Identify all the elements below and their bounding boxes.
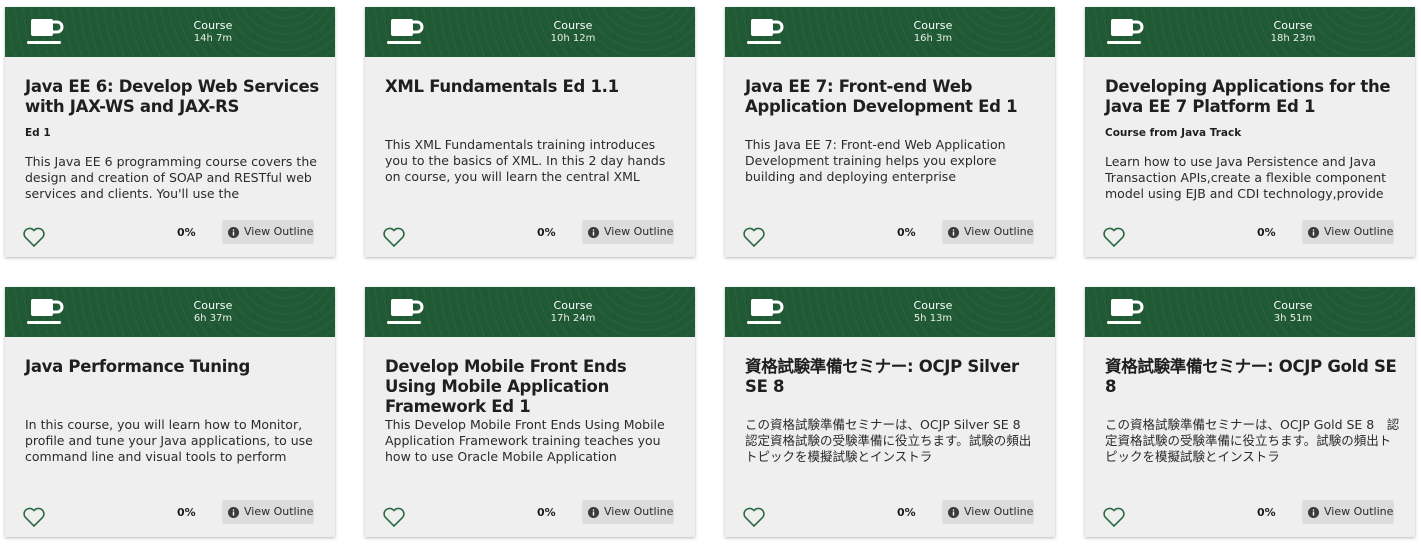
course-card-grid: Course 14h 7m Java EE 6: Develop Web Ser… [0, 0, 1421, 549]
view-outline-label: View Outline [964, 225, 1034, 238]
heart-outline-icon[interactable] [1102, 506, 1126, 528]
info-circle-icon [1308, 507, 1319, 518]
progress-percent: 0% [177, 506, 196, 519]
card-header: Course 18h 23m [1085, 7, 1415, 57]
course-card[interactable]: Course 18h 23m Developing Applications f… [1085, 7, 1415, 257]
coffee-cup-icon [387, 19, 424, 44]
info-circle-icon [588, 507, 599, 518]
progress-percent: 0% [897, 226, 916, 239]
progress-percent: 0% [537, 506, 556, 519]
heart-outline-icon[interactable] [742, 226, 766, 248]
coffee-cup-icon [27, 299, 64, 324]
view-outline-button[interactable]: View Outline [582, 220, 674, 244]
course-description: この資格試験準備セミナーは、OCJP Silver SE 8 認定資格試験の受験… [745, 417, 1034, 464]
view-outline-button[interactable]: View Outline [222, 220, 314, 244]
coffee-cup-icon [747, 19, 784, 44]
heart-outline-icon[interactable] [382, 506, 406, 528]
course-card[interactable]: Course 14h 7m Java EE 6: Develop Web Ser… [5, 7, 335, 257]
progress-percent: 0% [177, 226, 196, 239]
course-description: Learn how to use Java Persistence and Ja… [1105, 154, 1387, 201]
course-subtitle: Course from Java Track [1105, 127, 1242, 139]
course-card[interactable]: Course 10h 12m XML Fundamentals Ed 1.1 T… [365, 7, 695, 257]
course-description: This Java EE 6 programming course covers… [25, 154, 317, 201]
course-title[interactable]: Java EE 7: Front-end Web Application Dev… [745, 77, 1041, 117]
view-outline-button[interactable]: View Outline [222, 500, 314, 524]
course-type-label: Course [1273, 19, 1313, 32]
progress-percent: 0% [897, 506, 916, 519]
course-title[interactable]: Java EE 6: Develop Web Services with JAX… [25, 77, 321, 117]
coffee-cup-icon [1107, 19, 1144, 44]
info-circle-icon [588, 227, 599, 238]
view-outline-button[interactable]: View Outline [942, 500, 1034, 524]
course-description: This Java EE 7: Front-end Web Applicatio… [745, 137, 1006, 184]
coffee-cup-icon [747, 299, 784, 324]
view-outline-label: View Outline [604, 505, 674, 518]
heart-outline-icon[interactable] [22, 226, 46, 248]
info-circle-icon [228, 507, 239, 518]
course-title[interactable]: XML Fundamentals Ed 1.1 [385, 77, 681, 97]
course-title[interactable]: Develop Mobile Front Ends Using Mobile A… [385, 357, 681, 417]
course-description: This Develop Mobile Front Ends Using Mob… [385, 417, 665, 464]
view-outline-button[interactable]: View Outline [942, 220, 1034, 244]
course-duration: 10h 12m [550, 33, 596, 44]
course-title[interactable]: 資格試験準備セミナー: OCJP Gold SE 8 [1105, 357, 1401, 397]
card-header: Course 17h 24m [365, 287, 695, 337]
course-type-label: Course [1273, 299, 1313, 312]
course-title[interactable]: Java Performance Tuning [25, 357, 321, 377]
course-title[interactable]: 資格試験準備セミナー: OCJP Silver SE 8 [745, 357, 1041, 397]
course-card[interactable]: Course 6h 37m Java Performance Tuning In… [5, 287, 335, 537]
coffee-cup-icon [27, 19, 64, 44]
card-header: Course 5h 13m [725, 287, 1055, 337]
course-description: This XML Fundamentals training introduce… [385, 137, 666, 184]
info-circle-icon [228, 227, 239, 238]
heart-outline-icon[interactable] [382, 226, 406, 248]
course-duration: 14h 7m [193, 33, 233, 44]
course-card[interactable]: Course 5h 13m 資格試験準備セミナー: OCJP Silver SE… [725, 287, 1055, 537]
heart-outline-icon[interactable] [22, 506, 46, 528]
view-outline-label: View Outline [244, 505, 314, 518]
progress-percent: 0% [1257, 226, 1276, 239]
card-header: Course 3h 51m [1085, 287, 1415, 337]
course-type-label: Course [553, 299, 593, 312]
course-type-label: Course [553, 19, 593, 32]
view-outline-label: View Outline [604, 225, 674, 238]
course-duration: 18h 23m [1270, 33, 1316, 44]
view-outline-button[interactable]: View Outline [582, 500, 674, 524]
card-header: Course 16h 3m [725, 7, 1055, 57]
course-subtitle: Ed 1 [25, 127, 51, 139]
view-outline-label: View Outline [1324, 505, 1394, 518]
course-duration: 16h 3m [913, 33, 953, 44]
course-duration: 5h 13m [913, 313, 953, 324]
view-outline-label: View Outline [1324, 225, 1394, 238]
course-duration: 17h 24m [550, 313, 596, 324]
view-outline-label: View Outline [964, 505, 1034, 518]
card-header: Course 10h 12m [365, 7, 695, 57]
coffee-cup-icon [1107, 299, 1144, 324]
heart-outline-icon[interactable] [742, 506, 766, 528]
card-header: Course 6h 37m [5, 287, 335, 337]
view-outline-label: View Outline [244, 225, 314, 238]
course-type-label: Course [193, 19, 233, 32]
info-circle-icon [948, 507, 959, 518]
course-type-label: Course [913, 299, 953, 312]
coffee-cup-icon [387, 299, 424, 324]
info-circle-icon [948, 227, 959, 238]
course-duration: 3h 51m [1273, 313, 1313, 324]
course-card[interactable]: Course 17h 24m Develop Mobile Front Ends… [365, 287, 695, 537]
view-outline-button[interactable]: View Outline [1302, 220, 1394, 244]
course-card[interactable]: Course 3h 51m 資格試験準備セミナー: OCJP Gold SE 8… [1085, 287, 1415, 537]
course-title[interactable]: Developing Applications for the Java EE … [1105, 77, 1401, 117]
view-outline-button[interactable]: View Outline [1302, 500, 1394, 524]
progress-percent: 0% [1257, 506, 1276, 519]
course-description: この資格試験準備セミナーは、OCJP Gold SE 8 認定資格試験の受験準備… [1105, 417, 1400, 464]
course-type-label: Course [193, 299, 233, 312]
course-duration: 6h 37m [193, 313, 233, 324]
course-description: In this course, you will learn how to Mo… [25, 417, 313, 464]
info-circle-icon [1308, 227, 1319, 238]
card-header: Course 14h 7m [5, 7, 335, 57]
course-card[interactable]: Course 16h 3m Java EE 7: Front-end Web A… [725, 7, 1055, 257]
progress-percent: 0% [537, 226, 556, 239]
heart-outline-icon[interactable] [1102, 226, 1126, 248]
course-type-label: Course [913, 19, 953, 32]
